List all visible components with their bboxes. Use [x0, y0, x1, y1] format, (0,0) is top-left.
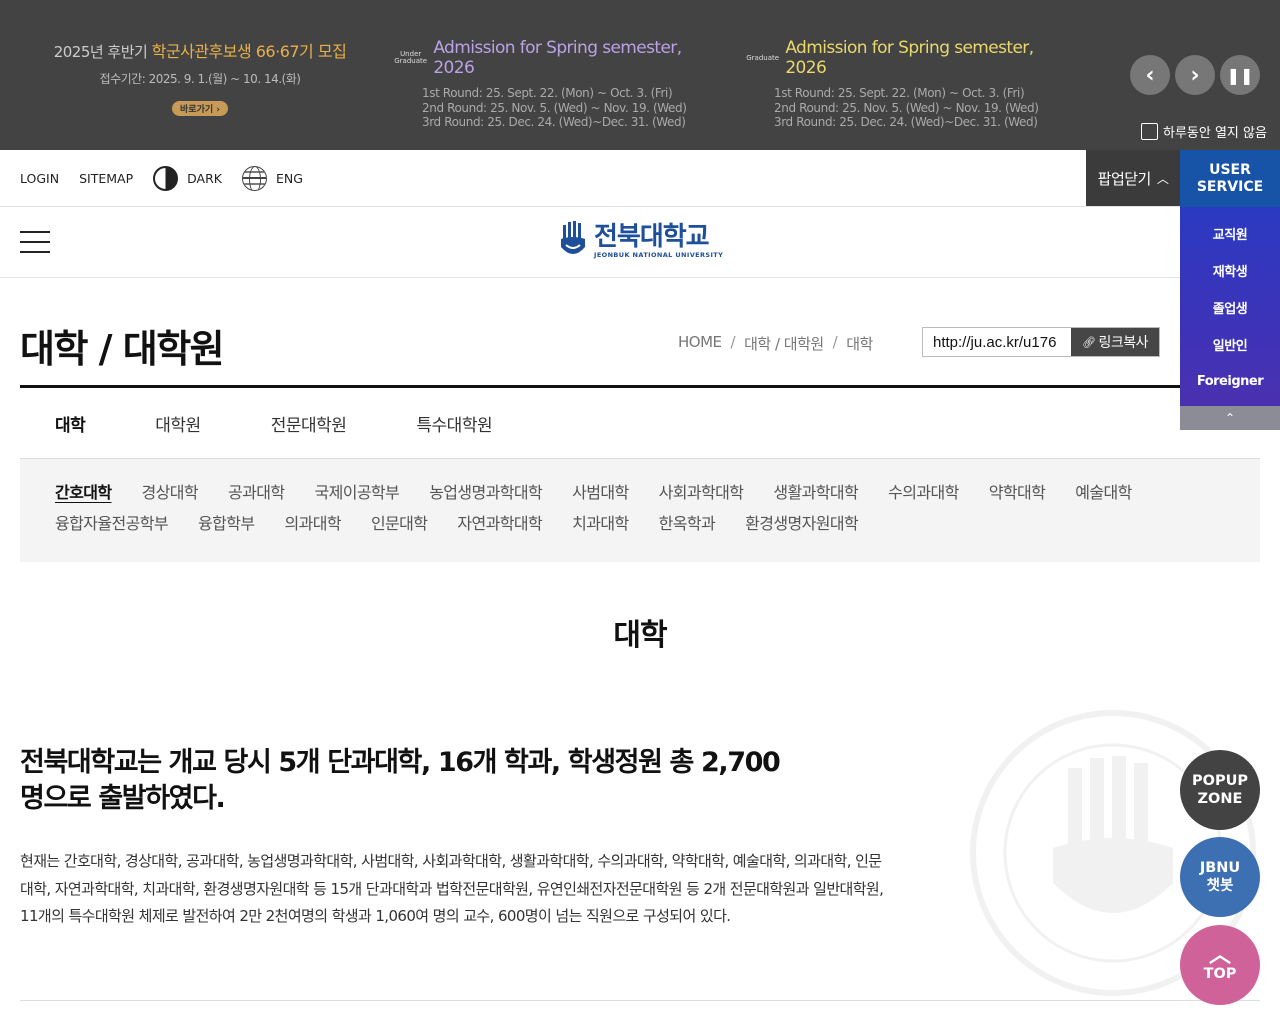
- copy-link-label: 링크복사: [1098, 335, 1148, 351]
- chevron-up-icon: ︿: [1208, 943, 1231, 968]
- quick-item-public[interactable]: 일반인: [1180, 326, 1280, 363]
- chevron-right-icon: ›: [1190, 62, 1200, 88]
- slide-prefix: 2025년 후반기: [53, 43, 148, 61]
- user-service-menu: USER SERVICE 교직원 재학생 졸업생 일반인 Foreigner ⌃: [1180, 150, 1280, 430]
- user-service-title: USER SERVICE: [1180, 150, 1280, 207]
- popup-close-button[interactable]: 팝업닫기 ︿: [1086, 150, 1180, 206]
- slide-highlight: 학군사관후보생 66·67기 모집: [151, 42, 347, 61]
- sitemap-link[interactable]: SITEMAP: [79, 171, 133, 186]
- pause-icon: ❚❚: [1226, 65, 1254, 85]
- logo-en-text: JEONBUK NATIONAL UNIVERSITY: [594, 251, 724, 259]
- site-header: 전북대학교 JEONBUK NATIONAL UNIVERSITY: [0, 207, 1280, 278]
- round-line: 1st Round: 25. Sept. 22. (Mon) ~ Oct. 3.…: [422, 86, 673, 100]
- subnav-item[interactable]: 사범대학: [572, 481, 629, 504]
- subnav-item[interactable]: 간호대학: [55, 481, 112, 504]
- popup-zone-button[interactable]: POPUP ZONE: [1180, 750, 1260, 830]
- quick-item-staff[interactable]: 교직원: [1180, 215, 1280, 252]
- subnav-item[interactable]: 인문대학: [371, 512, 428, 535]
- slide-title: Admission for Spring semester, 2026: [433, 38, 682, 78]
- breadcrumb: HOME / 대학 / 대학원 / 대학: [678, 333, 873, 354]
- subnav-item[interactable]: 융합학부: [198, 512, 255, 535]
- emblem-icon: [561, 221, 585, 254]
- checkbox-icon[interactable]: [1141, 123, 1158, 140]
- login-link[interactable]: LOGIN: [20, 171, 59, 186]
- breadcrumb-current[interactable]: 대학: [846, 333, 873, 354]
- popup-slide-rotc[interactable]: 2025년 후반기 학군사관후보생 66·67기 모집 접수기간: 2025. …: [40, 38, 360, 116]
- logo-kr-text: 전북대학교: [594, 222, 710, 252]
- subnav-item[interactable]: 사회과학대학: [659, 481, 744, 504]
- tab-graduate[interactable]: 대학원: [155, 411, 201, 436]
- subnav-item[interactable]: 농업생명과학대학: [429, 481, 543, 504]
- popup-slide-undergraduate[interactable]: Under Graduate Admission for Spring seme…: [392, 38, 722, 130]
- tab-professional-graduate[interactable]: 전문대학원: [271, 411, 347, 436]
- slide-tag: Under Graduate: [394, 50, 428, 65]
- slide-title: Admission for Spring semester, 2026: [785, 38, 1034, 78]
- section-title: 대학: [613, 618, 667, 653]
- chevron-up-icon: ︿: [1156, 171, 1169, 186]
- subnav-item[interactable]: 공과대학: [228, 481, 285, 504]
- link-icon: 🔗︎: [1082, 335, 1096, 349]
- no-show-today-label: 하루동안 열지 않음: [1163, 126, 1267, 141]
- tab-special-graduate[interactable]: 특수대학원: [416, 411, 492, 436]
- round-line: 2nd Round: 25. Nov. 5. (Wed) ~ Nov. 19. …: [774, 100, 1039, 115]
- menu-icon[interactable]: [20, 231, 50, 253]
- quick-item-students[interactable]: 재학생: [1180, 252, 1280, 289]
- breadcrumb-item[interactable]: 대학 / 대학원: [744, 333, 824, 354]
- no-show-today-checkbox[interactable]: 하루동안 열지 않음: [1141, 122, 1267, 141]
- english-link[interactable]: ENG: [241, 165, 303, 191]
- subnav-item[interactable]: 한옥학과: [659, 512, 716, 535]
- subnav-item[interactable]: 환경생명자원대학: [745, 512, 859, 535]
- chevron-left-icon: ‹: [1145, 62, 1155, 88]
- english-label: ENG: [275, 170, 303, 186]
- goto-button[interactable]: 바로가기 ›: [172, 101, 228, 116]
- subnav-item[interactable]: 예술대학: [1075, 481, 1132, 504]
- chatbot-button[interactable]: JBNU 챗봇: [1180, 837, 1260, 917]
- dark-mode-icon: [153, 165, 179, 191]
- subnav-item[interactable]: 의과대학: [284, 512, 341, 535]
- subnav-item[interactable]: 융합자율전공학부: [55, 512, 169, 535]
- utility-bar: LOGIN SITEMAP DARK ENG 팝업닫기 ︿: [0, 150, 1280, 207]
- category-tabs: 대학 대학원 전문대학원 특수대학원: [20, 388, 1260, 459]
- subnav-item[interactable]: 경상대학: [141, 481, 198, 504]
- dark-mode-label: DARK: [187, 170, 222, 186]
- tab-college[interactable]: 대학: [55, 411, 86, 436]
- subnav-item[interactable]: 자연과학대학: [457, 512, 542, 535]
- collapse-quick-menu-button[interactable]: ⌃: [1180, 406, 1280, 430]
- breadcrumb-home[interactable]: HOME: [678, 333, 722, 354]
- prev-slide-button[interactable]: ‹: [1130, 55, 1170, 95]
- globe-icon: [241, 165, 267, 191]
- round-line: 3rd Round: 25. Dec. 24. (Wed)~Dec. 31. (…: [422, 115, 686, 129]
- round-line: 2nd Round: 25. Nov. 5. (Wed) ~ Nov. 19. …: [422, 100, 687, 115]
- chevron-up-icon: ⌃: [1224, 411, 1236, 425]
- content-divider: [20, 1000, 1260, 1001]
- scroll-top-button[interactable]: ︿ TOP: [1180, 925, 1260, 1005]
- subnav-item[interactable]: 치과대학: [572, 512, 629, 535]
- subnav-item[interactable]: 국제이공학부: [314, 481, 399, 504]
- university-logo[interactable]: 전북대학교 JEONBUK NATIONAL UNIVERSITY: [560, 221, 723, 261]
- subnav-item[interactable]: 생활과학대학: [773, 481, 858, 504]
- page-url-field[interactable]: [923, 328, 1071, 356]
- subnav-item[interactable]: 수의과대학: [888, 481, 959, 504]
- copy-link-button[interactable]: 🔗︎ 링크복사: [1071, 328, 1159, 356]
- slide-tag: Graduate: [746, 53, 780, 62]
- popup-slide-graduate[interactable]: Graduate Admission for Spring semester, …: [744, 38, 1074, 130]
- body-text: 현재는 간호대학, 경상대학, 공과대학, 농업생명과학대학, 사범대학, 사회…: [20, 852, 884, 925]
- quick-item-foreigner[interactable]: Foreigner: [1180, 363, 1280, 400]
- slide-period: 접수기간: 2025. 9. 1.(월) ~ 10. 14.(화): [99, 72, 301, 86]
- quick-item-alumni[interactable]: 졸업생: [1180, 289, 1280, 326]
- subnav-item[interactable]: 약학대학: [989, 481, 1046, 504]
- college-subnav: 간호대학 경상대학 공과대학 국제이공학부 농업생명과학대학 사범대학 사회과학…: [20, 459, 1260, 562]
- dark-mode-toggle[interactable]: DARK: [153, 165, 222, 191]
- popup-close-label: 팝업닫기: [1097, 169, 1152, 188]
- popup-banner: 2025년 후반기 학군사관후보생 66·67기 모집 접수기간: 2025. …: [0, 0, 1280, 150]
- pause-slide-button[interactable]: ❚❚: [1220, 55, 1260, 95]
- round-line: 3rd Round: 25. Dec. 24. (Wed)~Dec. 31. (…: [774, 115, 1038, 129]
- lead-text: 전북대학교는 개교 당시 5개 단과대학, 16개 학과, 학생정원 총 2,7…: [20, 747, 781, 814]
- next-slide-button[interactable]: ›: [1175, 55, 1215, 95]
- page-link-box: 🔗︎ 링크복사: [922, 327, 1160, 357]
- page-title: 대학 / 대학원: [20, 327, 225, 371]
- round-line: 1st Round: 25. Sept. 22. (Mon) ~ Oct. 3.…: [774, 86, 1025, 100]
